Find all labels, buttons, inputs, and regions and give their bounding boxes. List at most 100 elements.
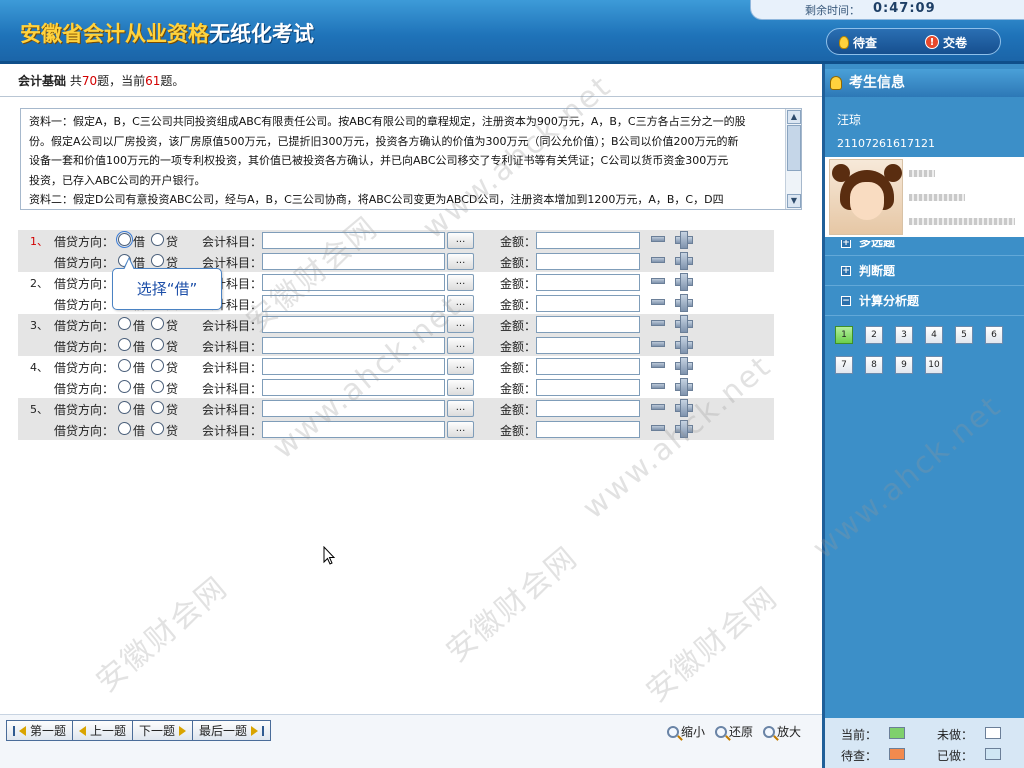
scroll-thumb[interactable] xyxy=(787,125,801,171)
add-row-icon[interactable] xyxy=(675,294,693,312)
add-row-icon[interactable] xyxy=(675,231,693,249)
last-label: 最后一题 xyxy=(199,724,248,738)
restore-button[interactable]: 还原 xyxy=(715,723,753,740)
question-number-button[interactable]: 9 xyxy=(895,356,913,374)
account-input[interactable] xyxy=(262,274,445,291)
amount-input[interactable] xyxy=(536,421,640,438)
debit-radio[interactable] xyxy=(118,401,131,414)
account-input[interactable] xyxy=(262,358,445,375)
amount-input[interactable] xyxy=(536,253,640,270)
remove-row-icon[interactable] xyxy=(651,236,665,242)
account-input[interactable] xyxy=(262,253,445,270)
legend-done-swatch xyxy=(985,748,1001,760)
remove-row-icon[interactable] xyxy=(651,257,665,263)
question-number-button[interactable]: 10 xyxy=(925,356,943,374)
amount-label: 金额： xyxy=(500,340,537,354)
account-label: 会计科目： xyxy=(202,403,263,417)
amount-input[interactable] xyxy=(536,274,640,291)
account-input[interactable] xyxy=(262,400,445,417)
credit-radio[interactable] xyxy=(151,233,164,246)
account-input[interactable] xyxy=(262,421,445,438)
add-row-icon[interactable] xyxy=(675,420,693,438)
account-browse-button[interactable]: ... xyxy=(447,316,474,333)
pending-button[interactable]: 待查 xyxy=(839,33,877,51)
category-true-false[interactable]: + 判断题 xyxy=(825,256,1024,286)
zoom-in-button[interactable]: 放大 xyxy=(763,723,801,740)
credit-radio[interactable] xyxy=(151,380,164,393)
debit-radio[interactable] xyxy=(118,359,131,372)
question-number-button[interactable]: 3 xyxy=(895,326,913,344)
amount-input[interactable] xyxy=(536,295,640,312)
account-browse-button[interactable]: ... xyxy=(447,295,474,312)
add-row-icon[interactable] xyxy=(675,315,693,333)
remove-row-icon[interactable] xyxy=(651,383,665,389)
question-number-button[interactable]: 6 xyxy=(985,326,1003,344)
debit-radio[interactable] xyxy=(118,317,131,330)
remove-row-icon[interactable] xyxy=(651,341,665,347)
amount-input[interactable] xyxy=(536,232,640,249)
remove-row-icon[interactable] xyxy=(651,425,665,431)
add-row-icon[interactable] xyxy=(675,336,693,354)
remove-row-icon[interactable] xyxy=(651,320,665,326)
debit-label: 借 xyxy=(133,319,146,333)
remove-row-icon[interactable] xyxy=(651,362,665,368)
account-input[interactable] xyxy=(262,316,445,333)
account-input[interactable] xyxy=(262,379,445,396)
question-number-button[interactable]: 8 xyxy=(865,356,883,374)
debit-radio[interactable] xyxy=(118,338,131,351)
account-browse-button[interactable]: ... xyxy=(447,232,474,249)
add-row-icon[interactable] xyxy=(675,273,693,291)
remove-row-icon[interactable] xyxy=(651,404,665,410)
amount-input[interactable] xyxy=(536,400,640,417)
question-number-button[interactable]: 5 xyxy=(955,326,973,344)
add-row-icon[interactable] xyxy=(675,252,693,270)
debit-radio[interactable] xyxy=(118,380,131,393)
amount-input[interactable] xyxy=(536,337,640,354)
last-question-button[interactable]: 最后一题 xyxy=(193,721,270,740)
zoom-out-button[interactable]: 缩小 xyxy=(667,723,705,740)
category-calculation[interactable]: − 计算分析题 xyxy=(825,286,1024,316)
material-box[interactable]: 资料一：假定A，B，C三公司共同投资组成ABC有限责任公司。按ABC有限公司的章… xyxy=(20,108,802,210)
category-multiple-choice[interactable]: + 多选题 xyxy=(825,240,1024,256)
amount-input[interactable] xyxy=(536,358,640,375)
prev-question-button[interactable]: 上一题 xyxy=(73,721,134,740)
submit-button[interactable]: ! 交卷 xyxy=(925,33,967,51)
add-row-icon[interactable] xyxy=(675,378,693,396)
material-scrollbar[interactable]: ▲ ▼ xyxy=(785,109,801,209)
credit-radio[interactable] xyxy=(151,401,164,414)
credit-radio[interactable] xyxy=(151,359,164,372)
account-browse-button[interactable]: ... xyxy=(447,253,474,270)
amount-input[interactable] xyxy=(536,316,640,333)
question-number-button[interactable]: 7 xyxy=(835,356,853,374)
scroll-up-icon[interactable]: ▲ xyxy=(787,110,801,124)
account-browse-button[interactable]: ... xyxy=(447,400,474,417)
next-question-button[interactable]: 下一题 xyxy=(133,721,194,740)
question-number-button[interactable]: 2 xyxy=(865,326,883,344)
account-browse-button[interactable]: ... xyxy=(447,421,474,438)
direction-label: 借贷方向： xyxy=(54,319,115,333)
add-row-icon[interactable] xyxy=(675,357,693,375)
account-browse-button[interactable]: ... xyxy=(447,274,474,291)
account-browse-button[interactable]: ... xyxy=(447,379,474,396)
account-input[interactable] xyxy=(262,295,445,312)
add-row-icon[interactable] xyxy=(675,399,693,417)
account-browse-button[interactable]: ... xyxy=(447,337,474,354)
credit-radio[interactable] xyxy=(151,338,164,351)
debit-radio[interactable] xyxy=(118,422,131,435)
credit-radio[interactable] xyxy=(151,317,164,330)
amount-input[interactable] xyxy=(536,379,640,396)
first-bar-icon xyxy=(13,725,15,736)
scroll-down-icon[interactable]: ▼ xyxy=(787,194,801,208)
debit-radio[interactable] xyxy=(116,231,133,248)
account-input[interactable] xyxy=(262,337,445,354)
account-browse-button[interactable]: ... xyxy=(447,358,474,375)
account-input[interactable] xyxy=(262,232,445,249)
question-number-button[interactable]: 4 xyxy=(925,326,943,344)
remove-row-icon[interactable] xyxy=(651,299,665,305)
first-question-button[interactable]: 第一题 xyxy=(7,721,74,740)
collapse-icon: − xyxy=(841,296,851,306)
remove-row-icon[interactable] xyxy=(651,278,665,284)
credit-radio[interactable] xyxy=(151,422,164,435)
question-number-button[interactable]: 1 xyxy=(835,326,853,344)
credit-radio[interactable] xyxy=(151,254,164,267)
